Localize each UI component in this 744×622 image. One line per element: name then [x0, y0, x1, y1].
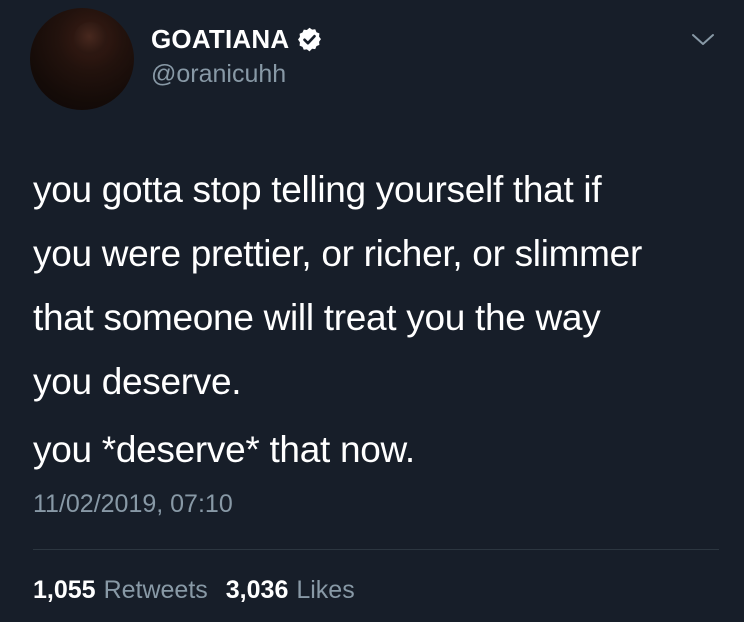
- retweets-count: 1,055: [33, 576, 96, 604]
- user-handle[interactable]: @oranicuhh: [151, 60, 323, 89]
- avatar-photo: [74, 22, 108, 58]
- tweet-timestamp[interactable]: 11/02/2019, 07:10: [33, 490, 233, 519]
- tweet-text-line: you were prettier, or richer, or slimmer: [33, 233, 642, 274]
- divider: [33, 549, 719, 550]
- user-info: GOATIANA @oranicuhh: [151, 22, 323, 89]
- tweet-text-line: you deserve.: [33, 361, 242, 402]
- verified-badge-icon: [298, 27, 322, 51]
- tweet-text-paragraph: you *deserve* that now.: [33, 429, 415, 470]
- tweet-stats: 1,055 Retweets 3,036 Likes: [33, 576, 355, 605]
- likes-stat[interactable]: 3,036 Likes: [226, 576, 355, 605]
- avatar[interactable]: [30, 8, 134, 110]
- tweet-text-line: you gotta stop telling yourself that if: [33, 169, 602, 210]
- tweet-text-line: that someone will treat you the way: [33, 297, 601, 338]
- likes-label: Likes: [296, 576, 355, 604]
- likes-count: 3,036: [225, 576, 289, 604]
- retweets-stat[interactable]: 1,055 Retweets: [33, 576, 208, 605]
- tweet-text: you gotta stop telling yourself that if …: [33, 158, 723, 414]
- display-name[interactable]: GOATIANA: [151, 24, 289, 55]
- chevron-down-icon[interactable]: [690, 30, 716, 50]
- name-row: GOATIANA: [151, 22, 323, 56]
- retweets-label: Retweets: [103, 576, 208, 604]
- tweet-card: GOATIANA @oranicuhh you gotta stop telli…: [0, 0, 744, 622]
